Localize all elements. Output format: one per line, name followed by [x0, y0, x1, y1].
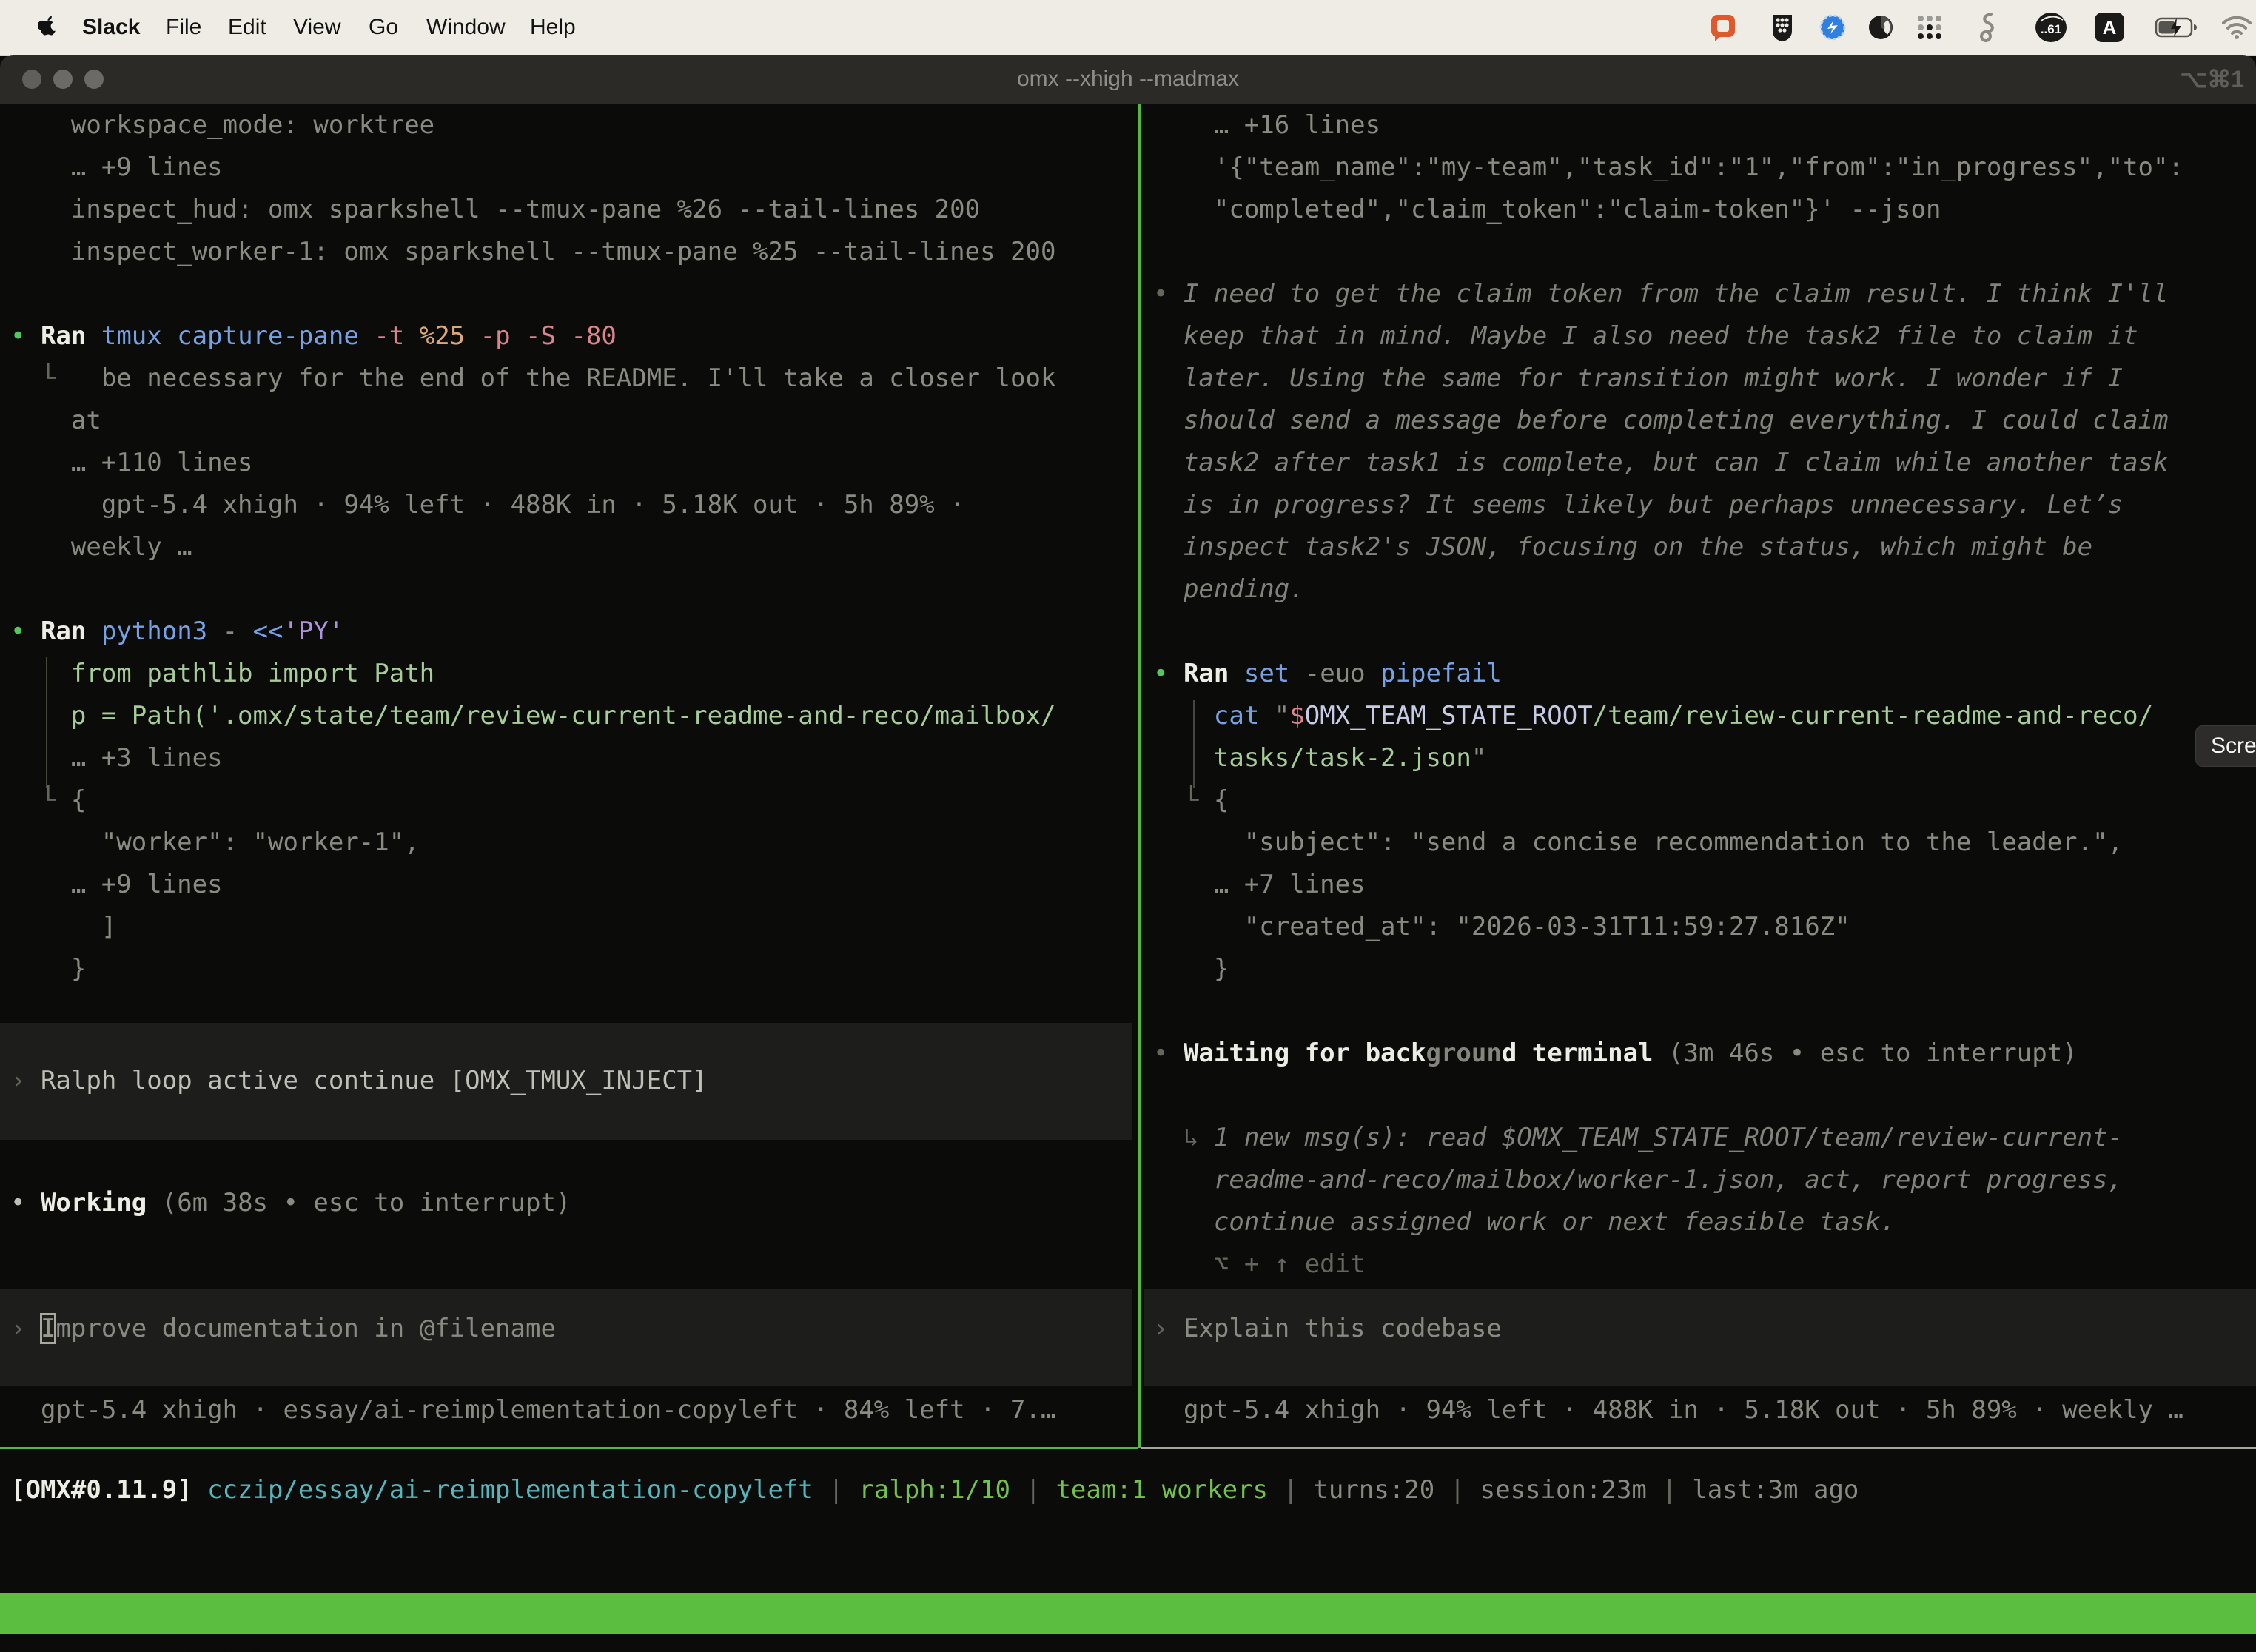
terminal-line: from pathlib import Path	[10, 653, 1132, 695]
terminal-line	[1153, 1075, 2256, 1117]
terminal-line: … +16 lines	[1153, 104, 2256, 147]
terminal-line: inspect_hud: omx sparkshell --tmux-pane …	[10, 189, 1132, 231]
terminal-line: └ {	[10, 779, 1132, 822]
terminal-line: keep that in mind. Maybe I also need the…	[1153, 315, 2256, 357]
tmux-session-name: [omx-cczip0:bash*	[7, 1634, 265, 1652]
terminal-line: workspace_mode: worktree	[10, 104, 1132, 147]
right-model-status-line: gpt-5.4 xhigh · 94% left · 488K in · 5.1…	[1144, 1389, 2256, 1431]
terminal-line: … +3 lines	[10, 737, 1132, 779]
pie-meter-icon[interactable]	[1865, 11, 1896, 44]
terminal-line: pending.	[1153, 568, 2256, 611]
terminal-line: tasks/task-2.json"	[1153, 737, 2256, 779]
menu-item-edit[interactable]: Edit	[228, 0, 266, 55]
terminal-window[interactable]: workspace_mode: worktree … +9 lines insp…	[0, 104, 2256, 1652]
terminal-line: • Ran tmux capture-pane -t %25 -p -S -80	[10, 315, 1132, 357]
terminal-line: … +9 lines	[10, 864, 1132, 906]
left-pane-scrollback[interactable]: workspace_mode: worktree … +9 lines insp…	[0, 104, 1132, 990]
window-shortcut-badge: ⌥⌘1	[2180, 55, 2244, 104]
terminal-line: gpt-5.4 xhigh · 94% left · 488K in · 5.1…	[10, 484, 1132, 526]
terminal-line: gpt-5.4 xhigh · 94% left · 488K in · 5.1…	[1153, 1389, 2256, 1431]
wifi-icon[interactable]	[2220, 11, 2253, 44]
screen-record-icon[interactable]	[1708, 11, 1739, 44]
tmux-status-bar: [omx-cczip0:bash* "MacBook-Pro-44.local"…	[0, 1593, 2256, 1634]
terminal-line: inspect task2's JSON, focusing on the st…	[1153, 526, 2256, 568]
menu-item-view[interactable]: View	[293, 0, 340, 55]
terminal-line: task2 after task1 is complete, but can I…	[1153, 442, 2256, 484]
terminal-line	[1153, 990, 2256, 1032]
terminal-line: • Working (6m 38s • esc to interrupt)	[10, 1182, 1132, 1224]
menu-item-go[interactable]: Go	[369, 0, 398, 55]
menu-item-file[interactable]: File	[166, 0, 201, 55]
left-prompt-input[interactable]: › Improve documentation in @filename	[0, 1289, 1132, 1386]
terminal-line: }	[1153, 948, 2256, 990]
menu-item-window[interactable]: Window	[426, 0, 506, 55]
left-ralph-loop-banner: › Ralph loop active continue [OMX_TMUX_I…	[0, 1023, 1132, 1140]
terminal-line	[1153, 231, 2256, 273]
terminal-line: └ {	[1153, 779, 2256, 822]
terminal-line: ⌥ + ↑ edit	[1153, 1243, 2256, 1286]
pane-divider[interactable]	[1138, 104, 1141, 1448]
left-working-status: • Working (6m 38s • esc to interrupt)	[0, 1182, 1132, 1224]
indent-guide	[46, 657, 47, 788]
terminal-line: [OMX#0.11.9] cczip/essay/ai-reimplementa…	[10, 1469, 2256, 1511]
terminal-line: '{"team_name":"my-team","task_id":"1","f…	[1153, 147, 2256, 189]
terminal-line: continue assigned work or next feasible …	[1153, 1201, 2256, 1243]
terminal-line: › Ralph loop active continue [OMX_TMUX_I…	[10, 1060, 1132, 1102]
terminal-line: "subject": "send a concise recommendatio…	[1153, 822, 2256, 864]
terminal-line: … +9 lines	[10, 147, 1132, 189]
menu-bar: Slack File Edit View Go Window Help ..61	[0, 0, 2256, 56]
window-titlebar: omx --xhigh --madmax ⌥⌘1	[0, 55, 2256, 104]
screen: Slack File Edit View Go Window Help ..61	[0, 0, 2256, 1652]
terminal-line: at	[10, 400, 1132, 442]
terminal-line: • I need to get the claim token from the…	[1153, 273, 2256, 315]
grid-shield-icon[interactable]	[1767, 11, 1797, 44]
terminal-line: › Explain this codebase	[1153, 1308, 2256, 1350]
battery-charging-icon[interactable]	[2154, 11, 2200, 44]
terminal-line: • Ran set -euo pipefail	[1153, 653, 2256, 695]
window-title: omx --xhigh --madmax	[0, 55, 2256, 104]
badge-61-icon[interactable]: ..61	[2032, 11, 2069, 44]
blue-badge-icon[interactable]	[1817, 11, 1848, 44]
terminal-line	[10, 273, 1132, 315]
terminal-line: › Improve documentation in @filename	[10, 1308, 1132, 1350]
terminal-line: … +110 lines	[10, 442, 1132, 484]
terminal-line: ↳ 1 new msg(s): read $OMX_TEAM_STATE_ROO…	[1153, 1117, 2256, 1159]
terminal-line: weekly …	[10, 526, 1132, 568]
menu-app-name[interactable]: Slack	[82, 0, 140, 55]
terminal-line: is in progress? It seems likely but perh…	[1153, 484, 2256, 526]
screen-share-tooltip: Scre	[2195, 725, 2256, 767]
svg-text:..61: ..61	[2041, 22, 2061, 36]
terminal-line: … +7 lines	[1153, 864, 2256, 906]
terminal-line: "worker": "worker-1",	[10, 822, 1132, 864]
left-model-status-line: gpt-5.4 xhigh · essay/ai-reimplementatio…	[0, 1389, 1132, 1431]
input-source-a-icon[interactable]: A	[2092, 11, 2127, 44]
terminal-line: later. Using the same for transition mig…	[1153, 357, 2256, 400]
left-pane-border	[0, 1447, 1138, 1449]
right-prompt-input[interactable]: › Explain this codebase	[1144, 1289, 2256, 1386]
terminal-line	[1153, 611, 2256, 653]
terminal-line: • Ran python3 - <<'PY'	[10, 611, 1132, 653]
right-pane-border	[1141, 1447, 2256, 1449]
right-pane-scrollback[interactable]: … +16 lines '{"team_name":"my-team","tas…	[1144, 104, 2256, 1286]
apple-menu-icon[interactable]	[36, 11, 58, 44]
terminal-line: p = Path('.omx/state/team/review-current…	[10, 695, 1132, 737]
terminal-line: }	[10, 948, 1132, 990]
terminal-line: readme-and-reco/mailbox/worker-1.json, a…	[1153, 1159, 2256, 1201]
squiggle-icon[interactable]	[1973, 11, 2000, 44]
terminal-line: should send a message before completing …	[1153, 400, 2256, 442]
terminal-line: "completed","claim_token":"claim-token"}…	[1153, 189, 2256, 231]
terminal-line: gpt-5.4 xhigh · essay/ai-reimplementatio…	[10, 1389, 1132, 1431]
terminal-line: cat "$OMX_TEAM_STATE_ROOT/team/review-cu…	[1153, 695, 2256, 737]
dots-grid-icon[interactable]	[1913, 11, 1947, 44]
terminal-line: └ be necessary for the end of the README…	[10, 357, 1132, 400]
menu-item-help[interactable]: Help	[530, 0, 576, 55]
svg-text:A: A	[2103, 16, 2117, 38]
terminal-line	[10, 568, 1132, 611]
terminal-line: inspect_worker-1: omx sparkshell --tmux-…	[10, 231, 1132, 273]
omx-session-status-line: [OMX#0.11.9] cczip/essay/ai-reimplementa…	[0, 1469, 2256, 1511]
terminal-line: • Waiting for background terminal (3m 46…	[1153, 1032, 2256, 1075]
terminal-line: "created_at": "2026-03-31T11:59:27.816Z"	[1153, 906, 2256, 948]
terminal-line: ]	[10, 906, 1132, 948]
